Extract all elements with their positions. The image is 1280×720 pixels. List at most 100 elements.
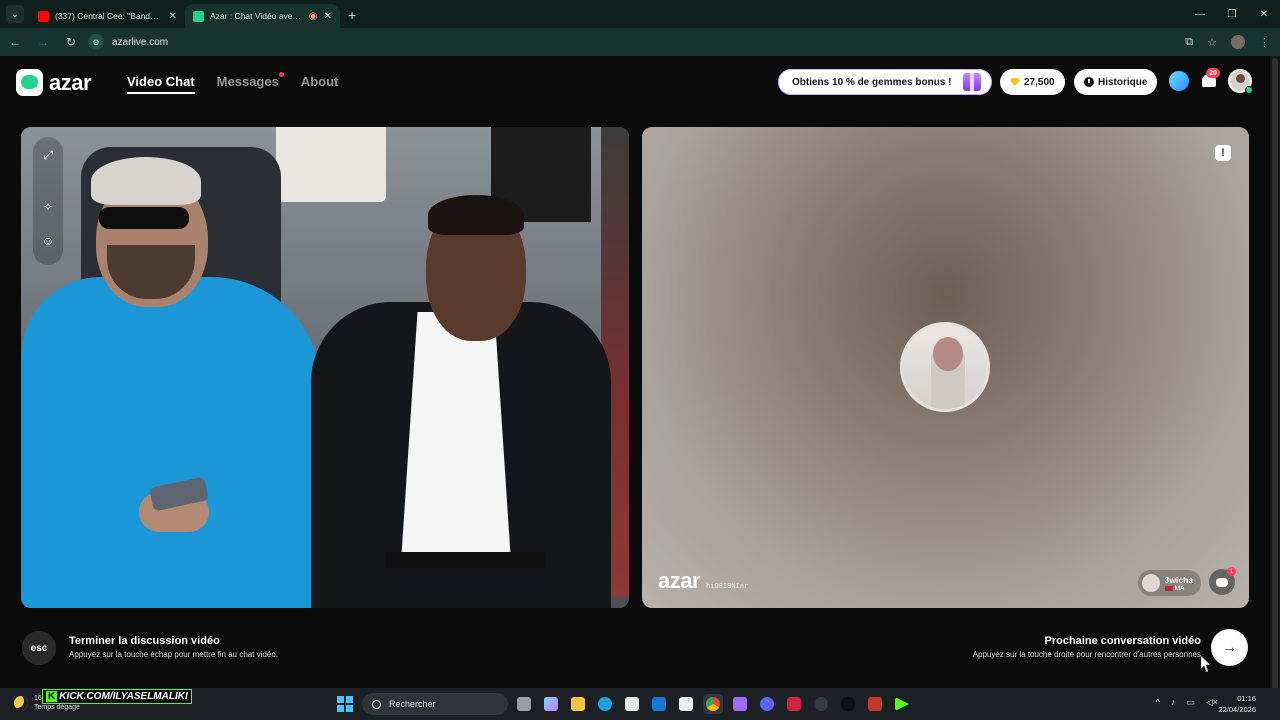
mouse-cursor-icon: [1201, 656, 1210, 672]
forward-icon[interactable]: →: [36, 35, 50, 49]
watermark-user-id: hiO8IBNIar: [706, 582, 749, 590]
peer-info-chip[interactable]: 3wicha MA: [1137, 570, 1201, 596]
reload-icon[interactable]: ↻: [64, 35, 78, 49]
shop-icon[interactable]: [1169, 71, 1189, 91]
streaming-app-icon[interactable]: [865, 694, 885, 714]
hanging-shirt: [276, 127, 386, 202]
nav-messages-label: Messages: [216, 74, 279, 89]
taskbar-apps: [514, 694, 912, 714]
gem-bonus-promo-button[interactable]: Obtiens 10 % de gemmes bonus !: [778, 69, 992, 95]
steam-icon[interactable]: [838, 694, 858, 714]
scrollbar-thumb[interactable]: [1272, 58, 1278, 690]
unread-dot: [278, 72, 284, 77]
chat-bubble-icon: [1216, 577, 1228, 587]
game-controller-icon[interactable]: [730, 694, 750, 714]
end-chat-title: Terminer la discussion vidéo: [69, 635, 220, 647]
watermark-brand: azar: [658, 568, 701, 593]
azar-logo[interactable]: azar: [16, 69, 92, 96]
url-field[interactable]: ⚙ azarlive.com: [88, 34, 168, 50]
person-right-hair: [428, 195, 524, 235]
next-chat-button[interactable]: →: [1211, 629, 1248, 666]
person-left-sunglasses: [99, 207, 189, 229]
url-text: azarlive.com: [112, 36, 169, 48]
moon-icon: [14, 696, 28, 710]
display-icon[interactable]: ▭: [1186, 697, 1195, 708]
minimize-icon[interactable]: —: [1184, 0, 1216, 28]
profile-icon[interactable]: [1231, 35, 1245, 49]
person-left-cap: [91, 157, 201, 205]
new-tab-button[interactable]: +: [348, 7, 356, 23]
tab-title: (337) Central Cee: "Band4Band": [55, 11, 163, 21]
close-tab-icon[interactable]: ✕: [169, 11, 177, 22]
file-explorer-icon[interactable]: [568, 694, 588, 714]
nav-messages[interactable]: Messages: [216, 72, 284, 94]
weather-text: Temps dégagé: [34, 704, 80, 711]
discord-icon[interactable]: [757, 694, 777, 714]
play-icon[interactable]: [892, 694, 912, 714]
outlook-icon[interactable]: [649, 694, 669, 714]
adobe-icon[interactable]: [784, 694, 804, 714]
page-scrollbar[interactable]: [1270, 56, 1280, 690]
tab-search-icon[interactable]: ⌄: [6, 5, 24, 23]
kick-url: KICK.COM/ILYASELMALIKI: [59, 691, 188, 702]
gem-icon: [1010, 78, 1020, 86]
youtube-icon: [38, 10, 49, 22]
browser-tab-youtube[interactable]: (337) Central Cee: "Band4Band" ✕: [30, 4, 185, 28]
fullscreen-icon[interactable]: ⤢: [38, 145, 58, 165]
notification-badge: 20: [1206, 68, 1220, 78]
morocco-flag-icon: [1164, 585, 1173, 591]
effects-wand-icon[interactable]: ✧: [38, 197, 58, 217]
peer-head: [933, 337, 963, 371]
taskbar-search[interactable]: Rechercher: [362, 693, 508, 715]
copilot-icon[interactable]: [541, 694, 561, 714]
obs-icon[interactable]: [811, 694, 831, 714]
face-filter-icon[interactable]: ☺: [38, 231, 58, 251]
history-button[interactable]: Historique: [1074, 69, 1158, 95]
clock-date: 22/04/2026: [1218, 705, 1256, 714]
gems-balance-button[interactable]: 27,500: [1000, 69, 1065, 95]
store-icon[interactable]: [622, 694, 642, 714]
peer-name: 3wicha: [1164, 574, 1193, 585]
tray-chevron-icon[interactable]: ^: [1156, 697, 1160, 708]
search-placeholder: Rechercher: [389, 699, 436, 709]
browser-tab-azar[interactable]: Azar : Chat Vidéo avec de nouveaux ◉ ✕: [185, 4, 340, 28]
kick-logo-icon: K: [46, 691, 58, 702]
microphone-icon[interactable]: ♪: [1171, 697, 1176, 708]
chat-button[interactable]: 1: [1209, 567, 1236, 595]
kick-overlay: K KICK.COM/ILYASELMALIKI: [42, 689, 192, 704]
recording-icon: ◉: [308, 10, 318, 22]
site-info-icon[interactable]: ⚙: [88, 34, 104, 50]
restore-icon[interactable]: ❐: [1216, 0, 1248, 28]
nav-about[interactable]: About: [301, 74, 339, 94]
person-right-belt: [386, 552, 546, 568]
end-chat-info: Terminer la discussion vidéo Appuyez sur…: [69, 635, 278, 659]
end-chat-subtitle: Appuyez sur la touche échap pour mettre …: [69, 650, 279, 659]
close-tab-icon[interactable]: ✕: [324, 11, 332, 22]
end-chat-button[interactable]: esc: [22, 631, 56, 665]
app-header: azar Video Chat Messages About Obtiens 1…: [0, 56, 1270, 108]
capcut-icon[interactable]: [676, 694, 696, 714]
person-right-shirt: [401, 312, 511, 562]
report-icon[interactable]: !: [1215, 145, 1231, 161]
azar-favicon-icon: [193, 10, 204, 22]
system-clock[interactable]: 01:16 22/04/2026: [1218, 693, 1256, 715]
edge-icon[interactable]: [595, 694, 615, 714]
close-window-icon[interactable]: ✕: [1248, 0, 1280, 28]
task-view-icon[interactable]: [514, 694, 534, 714]
back-icon[interactable]: ←: [8, 35, 22, 49]
menu-icon[interactable]: ⋮: [1259, 36, 1270, 49]
install-app-icon[interactable]: ⧉: [1185, 36, 1193, 49]
peer-country: MA: [1174, 584, 1185, 592]
azar-watermark: azar hiO8IBNIar: [658, 568, 748, 594]
system-tray: ^ ♪ ▭ ◁×: [1156, 697, 1218, 708]
gift-icon: [963, 73, 981, 91]
chrome-icon[interactable]: [703, 694, 723, 714]
bookmark-star-icon[interactable]: ☆: [1207, 36, 1217, 49]
windows-start-icon[interactable]: [337, 696, 353, 712]
nav-video-chat[interactable]: Video Chat: [127, 74, 195, 94]
chat-badge: 1: [1227, 567, 1236, 576]
gems-count: 27,500: [1024, 76, 1055, 88]
volume-muted-icon[interactable]: ◁×: [1206, 697, 1218, 708]
browser-tabbar: ⌄ (337) Central Cee: "Band4Band" ✕ Azar …: [0, 0, 1280, 28]
main-nav: Video Chat Messages About: [127, 72, 339, 94]
